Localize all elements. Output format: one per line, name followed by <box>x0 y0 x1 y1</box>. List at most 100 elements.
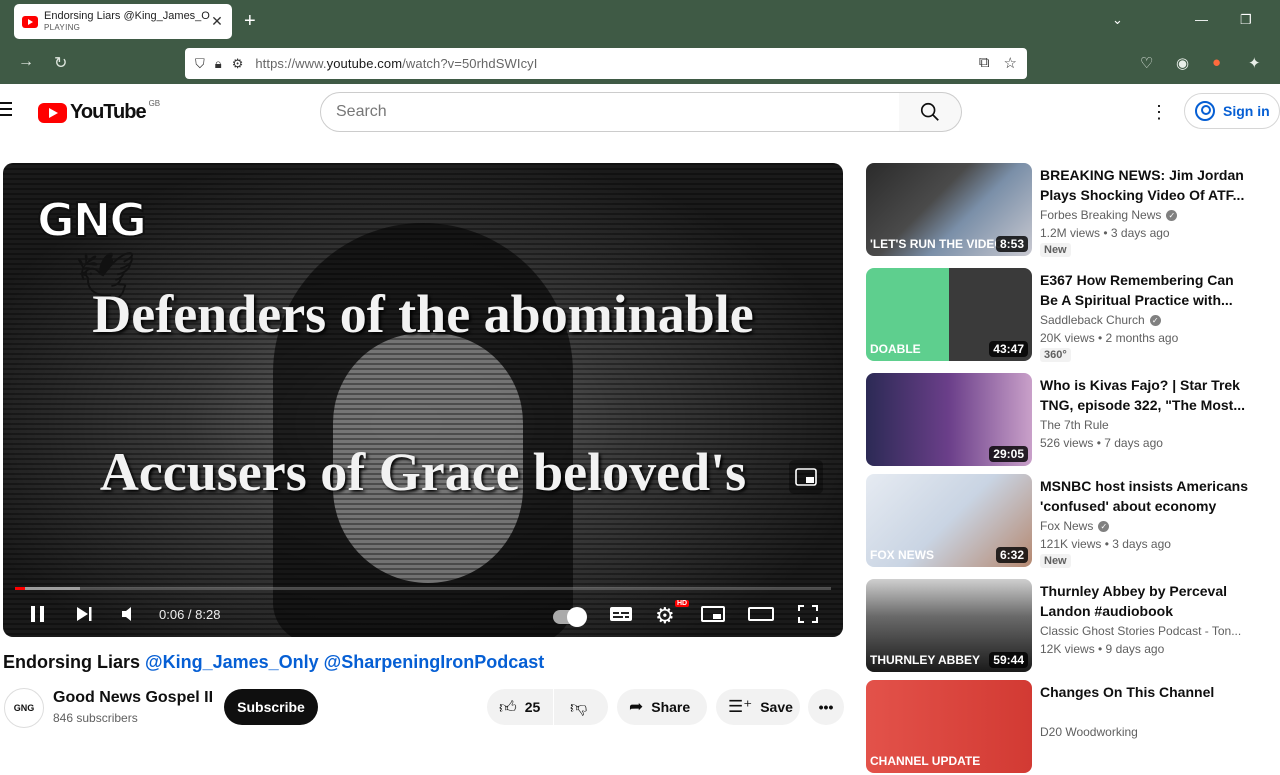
recommended-video[interactable]: FOX NEWS 6:32 MSNBC host insists Americans… <box>866 474 1266 569</box>
pause-button[interactable] <box>29 604 47 630</box>
recommended-video-title[interactable]: Thurnley Abbey by Perceval Landon #audio… <box>1040 581 1250 621</box>
miniplayer-button[interactable] <box>701 604 725 630</box>
video-thumbnail[interactable]: 29:05 <box>866 373 1032 466</box>
pause-icon <box>31 606 44 622</box>
like-count: 25 <box>524 699 541 715</box>
share-icon: ➦ <box>629 697 644 716</box>
add-to-playlist-icon: ☰⁺ <box>728 697 753 716</box>
list-tabs-icon[interactable]: ⌄ <box>1112 12 1123 28</box>
minimize-icon[interactable]: — <box>1195 12 1208 27</box>
channel-watermark: GNG 🕊︎ <box>36 192 148 304</box>
recommended-video[interactable]: CHANNEL UPDATE Changes On This Channel D20… <box>866 680 1266 775</box>
lock-icon[interactable]: 🔒︎ <box>215 56 222 72</box>
autoplay-toggle[interactable] <box>553 607 587 627</box>
video-thumbnail[interactable]: 'LET'S RUN THE VIDEO 8:53 <box>866 163 1032 256</box>
video-thumbnail[interactable]: DOABLE 43:47 <box>866 268 1032 361</box>
fullscreen-button[interactable] <box>797 604 819 630</box>
recommended-channel[interactable]: Saddleback Church ✓ <box>1040 313 1250 327</box>
channel-avatar[interactable]: GNG <box>4 688 44 728</box>
account-icon[interactable]: ◉ <box>1176 54 1189 72</box>
recommended-video-title[interactable]: BREAKING NEWS: Jim Jordan Plays Shocking… <box>1040 165 1250 205</box>
subtitles-button[interactable] <box>609 604 633 630</box>
address-bar[interactable]: ⛉ 🔒︎ ⚙ https://www.youtube.com/watch?v=5… <box>185 48 1027 79</box>
recommended-video[interactable]: THURNLEY ABBEY 59:44 Thurnley Abbey by Per… <box>866 579 1266 674</box>
more-horizontal-icon: ••• <box>818 699 834 715</box>
subtitles-icon <box>610 607 632 621</box>
theater-icon <box>748 607 774 621</box>
volume-button[interactable] <box>120 604 140 630</box>
browser-tab-bar: Endorsing Liars @King_James_O PLAYING ✕ … <box>0 0 1280 44</box>
menu-icon[interactable] <box>0 102 12 120</box>
picture-in-picture-icon[interactable]: ⧉ <box>979 54 990 72</box>
thumbnail-caption: DOABLE <box>870 342 921 356</box>
recommended-video-title[interactable]: Changes On This Channel <box>1040 682 1250 702</box>
restore-icon[interactable]: ❐ <box>1240 12 1252 28</box>
recommended-channel[interactable]: The 7th Rule <box>1040 418 1250 432</box>
search-icon <box>920 102 939 121</box>
recommended-channel[interactable]: Classic Ghost Stories Podcast - Ton... <box>1040 624 1250 638</box>
video-thumbnail[interactable]: THURNLEY ABBEY 59:44 <box>866 579 1032 672</box>
recommended-video-title[interactable]: E367 How Remembering Can Be A Spiritual … <box>1040 270 1250 310</box>
extension-shield-icon[interactable]: ● <box>1212 54 1221 71</box>
recommended-channel[interactable]: Fox News ✓ <box>1040 519 1250 533</box>
search-button[interactable] <box>899 92 962 132</box>
tab-title: Endorsing Liars @King_James_O <box>44 10 210 22</box>
recommended-video-title[interactable]: MSNBC host insists Americans 'confused' … <box>1040 476 1250 516</box>
progress-buffered <box>15 587 81 590</box>
recommended-channel[interactable]: Forbes Breaking News ✓ <box>1040 208 1250 222</box>
picture-in-picture-icon <box>795 468 817 486</box>
bookmark-star-icon[interactable]: ☆ <box>1004 54 1017 72</box>
youtube-header: YouTube GB Search ⋮ Sign in <box>0 84 1280 140</box>
subscriber-count: 846 subscribers <box>53 711 138 725</box>
overlay-text-line-2: Accusers of Grace beloved's <box>99 442 747 502</box>
video-thumbnail[interactable]: FOX NEWS 6:32 <box>866 474 1032 567</box>
video-duration: 8:53 <box>995 236 1028 252</box>
video-title: Endorsing Liars @King_James_Only @Sharpe… <box>3 652 545 672</box>
settings-button[interactable]: ⚙ <box>655 604 675 629</box>
video-thumbnail[interactable]: CHANNEL UPDATE <box>866 680 1032 773</box>
sign-in-button[interactable]: Sign in <box>1184 93 1280 129</box>
url-text[interactable]: https://www.youtube.com/watch?v=50rhdSWI… <box>255 56 537 71</box>
more-options-icon[interactable]: ⋮ <box>1150 102 1168 122</box>
overlay-text-line-1: Defenders of the abominable <box>92 284 754 344</box>
thumbs-down-icon: 👎︎ <box>570 697 588 717</box>
player-controls: 0:06 / 8:28 ⚙ HD <box>3 597 843 637</box>
miniplayer-icon <box>701 606 725 622</box>
search-input[interactable]: Search <box>320 92 900 132</box>
thumbnail-caption: CHANNEL UPDATE <box>870 754 981 768</box>
channel-name[interactable]: Good News Gospel II <box>53 689 213 707</box>
pocket-icon[interactable]: ♡ <box>1140 54 1153 72</box>
title-channel-tags[interactable]: @King_James_Only @SharpeningIronPodcast <box>145 652 544 672</box>
video-meta: 12K views • 9 days ago <box>1040 642 1165 656</box>
browser-tab[interactable]: Endorsing Liars @King_James_O PLAYING ✕ <box>14 4 232 39</box>
video-badge: New <box>1040 554 1071 568</box>
thumbnail-caption: 'LET'S RUN THE VIDEO <box>870 237 1004 251</box>
recommended-channel[interactable]: D20 Woodworking <box>1040 725 1250 739</box>
recommended-video[interactable]: DOABLE 43:47 E367 How Remembering Can Be A… <box>866 268 1266 363</box>
youtube-favicon-icon <box>22 15 38 28</box>
permissions-icon[interactable]: ⚙ <box>232 56 244 72</box>
verified-icon: ✓ <box>1149 315 1161 327</box>
theater-mode-button[interactable] <box>748 604 774 630</box>
extensions-icon[interactable]: ✦ <box>1248 54 1261 72</box>
video-badge: 360° <box>1040 348 1071 362</box>
thumbnail-caption: THURNLEY ABBEY <box>870 653 981 667</box>
close-tab-icon[interactable]: ✕ <box>210 13 224 30</box>
recommended-video[interactable]: 'LET'S RUN THE VIDEO 8:53 BREAKING NEWS: J… <box>866 163 1266 258</box>
youtube-logo[interactable]: YouTube GB <box>38 99 160 124</box>
recommended-video[interactable]: 29:05 Who is Kivas Fajo? | Star Trek TNG,… <box>866 373 1266 468</box>
thumbnail-caption: FOX NEWS <box>870 548 935 562</box>
shield-icon[interactable]: ⛉ <box>195 56 205 72</box>
miniplayer-overlay-button[interactable] <box>789 460 823 494</box>
time-display: 0:06 / 8:28 <box>159 607 221 622</box>
forward-icon[interactable]: → <box>18 53 34 71</box>
progress-bar[interactable] <box>15 587 831 590</box>
recommended-video-title[interactable]: Who is Kivas Fajo? | Star Trek TNG, epis… <box>1040 375 1250 415</box>
video-badge: New <box>1040 243 1071 257</box>
video-duration: 6:32 <box>995 547 1028 563</box>
new-tab-icon[interactable]: + <box>244 10 256 32</box>
next-button[interactable] <box>75 604 93 630</box>
reload-icon[interactable]: ↻ <box>54 53 67 73</box>
video-player[interactable]: GNG 🕊︎ Defenders of the abominable Accus… <box>3 163 843 637</box>
verified-icon: ✓ <box>1098 521 1110 533</box>
